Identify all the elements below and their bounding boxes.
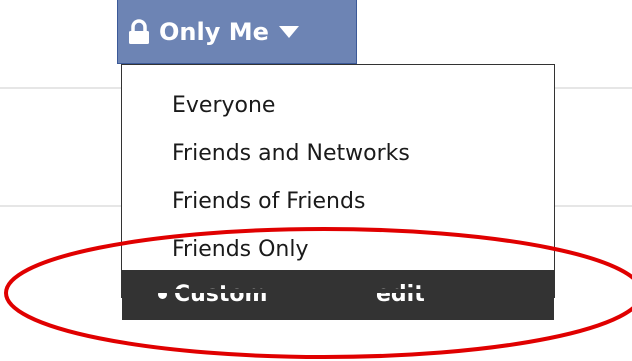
menu-item-everyone[interactable]: Everyone [122,82,554,130]
menu-item-friends-and-networks[interactable]: Friends and Networks [122,130,554,178]
menu-bottom-border [122,289,554,293]
edit-link[interactable]: edit [376,270,425,320]
privacy-dropdown-button[interactable]: Only Me [117,0,357,64]
dropdown-arrow-icon [278,25,299,38]
menu-item-custom[interactable]: Custom edit [122,270,554,320]
menu-item-friends-of-friends[interactable]: Friends of Friends [122,178,554,226]
menu-item-friends-only[interactable]: Friends Only [122,226,554,274]
privacy-dropdown-menu: Everyone Friends and Networks Friends of… [121,64,555,320]
privacy-button-label: Only Me [159,17,269,46]
lock-icon [129,18,149,44]
custom-label: Custom [174,282,268,307]
